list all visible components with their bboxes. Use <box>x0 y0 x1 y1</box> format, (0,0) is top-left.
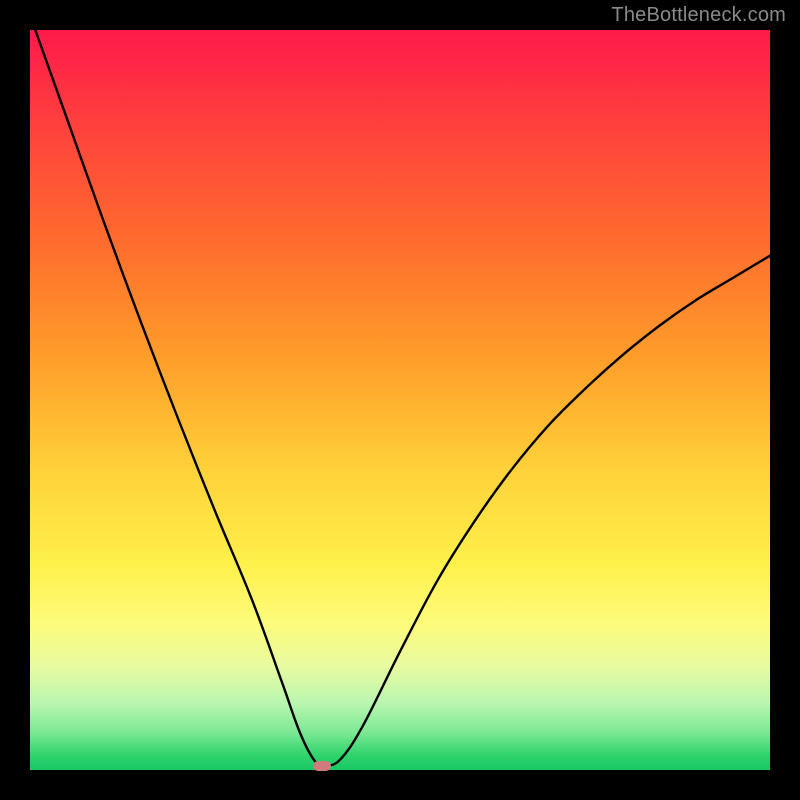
bottleneck-curve <box>30 30 770 770</box>
curve-path <box>30 30 770 766</box>
chart-stage: TheBottleneck.com <box>0 0 800 800</box>
chart-plot-area <box>30 30 770 770</box>
watermark-text: TheBottleneck.com <box>611 4 786 27</box>
minimum-marker <box>313 761 331 771</box>
